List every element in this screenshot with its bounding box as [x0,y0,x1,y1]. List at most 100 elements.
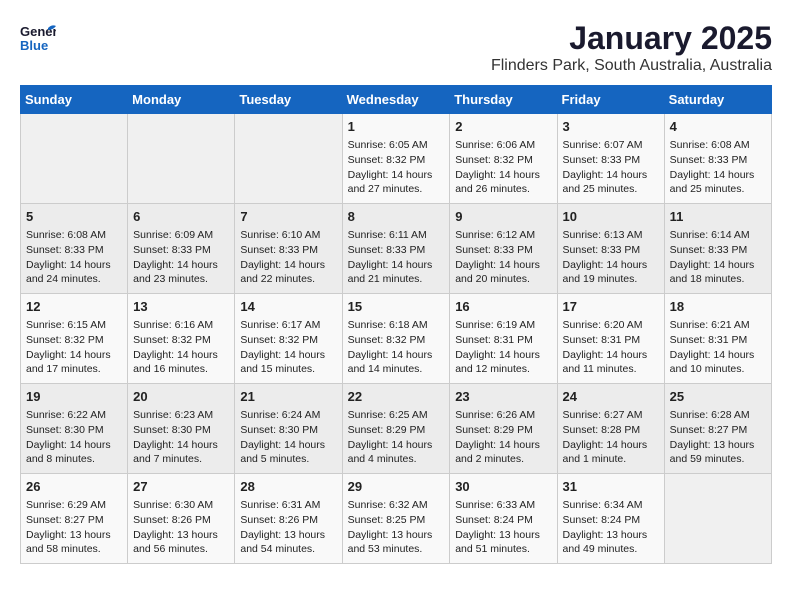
daylight-text: Daylight: 14 hours and 1 minute. [563,438,659,467]
calendar-cell: 28Sunrise: 6:31 AMSunset: 8:26 PMDayligh… [235,474,342,564]
calendar-cell: 30Sunrise: 6:33 AMSunset: 8:24 PMDayligh… [450,474,557,564]
calendar-week-row: 5Sunrise: 6:08 AMSunset: 8:33 PMDaylight… [21,204,772,294]
daylight-text: Daylight: 14 hours and 15 minutes. [240,348,336,377]
title-block: January 2025 Flinders Park, South Austra… [491,20,772,75]
daylight-text: Daylight: 14 hours and 19 minutes. [563,258,659,287]
day-number: 9 [455,208,551,226]
daylight-text: Daylight: 14 hours and 25 minutes. [563,168,659,197]
sunset-text: Sunset: 8:31 PM [563,333,659,348]
day-number: 14 [240,298,336,316]
daylight-text: Daylight: 14 hours and 25 minutes. [670,168,766,197]
sunrise-text: Sunrise: 6:20 AM [563,318,659,333]
calendar-week-row: 26Sunrise: 6:29 AMSunset: 8:27 PMDayligh… [21,474,772,564]
sunset-text: Sunset: 8:29 PM [348,423,445,438]
sunrise-text: Sunrise: 6:14 AM [670,228,766,243]
daylight-text: Daylight: 14 hours and 14 minutes. [348,348,445,377]
day-number: 2 [455,118,551,136]
daylight-text: Daylight: 14 hours and 16 minutes. [133,348,229,377]
daylight-text: Daylight: 14 hours and 22 minutes. [240,258,336,287]
day-number: 23 [455,388,551,406]
calendar-cell: 23Sunrise: 6:26 AMSunset: 8:29 PMDayligh… [450,384,557,474]
day-number: 8 [348,208,445,226]
day-number: 12 [26,298,122,316]
sunset-text: Sunset: 8:33 PM [563,153,659,168]
sunset-text: Sunset: 8:26 PM [240,513,336,528]
sunrise-text: Sunrise: 6:23 AM [133,408,229,423]
calendar-cell: 6Sunrise: 6:09 AMSunset: 8:33 PMDaylight… [128,204,235,294]
calendar-cell [235,114,342,204]
calendar-cell: 3 Sunrise: 6:07 AMSunset: 8:33 PMDaylight… [557,114,664,204]
sunrise-text: Sunrise: 6:09 AM [133,228,229,243]
sunrise-text: Sunrise: 6:05 AM [348,138,445,153]
daylight-text: Daylight: 13 hours and 59 minutes. [670,438,766,467]
day-number: 28 [240,478,336,496]
day-number: 3 [563,118,659,136]
calendar-cell: 9Sunrise: 6:12 AMSunset: 8:33 PMDaylight… [450,204,557,294]
daylight-text: Daylight: 13 hours and 51 minutes. [455,528,551,557]
day-number: 4 [670,118,766,136]
sunset-text: Sunset: 8:30 PM [133,423,229,438]
daylight-text: Daylight: 14 hours and 24 minutes. [26,258,122,287]
calendar-cell: 22Sunrise: 6:25 AMSunset: 8:29 PMDayligh… [342,384,450,474]
sunrise-text: Sunrise: 6:22 AM [26,408,122,423]
calendar-week-row: 1Sunrise: 6:05 AMSunset: 8:32 PMDaylight… [21,114,772,204]
sunset-text: Sunset: 8:30 PM [26,423,122,438]
day-number: 22 [348,388,445,406]
calendar-cell [128,114,235,204]
logo-icon: General Blue [20,20,56,56]
day-number: 30 [455,478,551,496]
day-number: 10 [563,208,659,226]
calendar-cell: 14Sunrise: 6:17 AMSunset: 8:32 PMDayligh… [235,294,342,384]
sunrise-text: Sunrise: 6:30 AM [133,498,229,513]
calendar-cell: 21Sunrise: 6:24 AMSunset: 8:30 PMDayligh… [235,384,342,474]
calendar-cell: 26Sunrise: 6:29 AMSunset: 8:27 PMDayligh… [21,474,128,564]
calendar-cell: 24Sunrise: 6:27 AMSunset: 8:28 PMDayligh… [557,384,664,474]
daylight-text: Daylight: 14 hours and 20 minutes. [455,258,551,287]
daylight-text: Daylight: 14 hours and 21 minutes. [348,258,445,287]
sunrise-text: Sunrise: 6:18 AM [348,318,445,333]
calendar-cell: 8Sunrise: 6:11 AMSunset: 8:33 PMDaylight… [342,204,450,294]
sunrise-text: Sunrise: 6:27 AM [563,408,659,423]
sunrise-text: Sunrise: 6:25 AM [348,408,445,423]
calendar-cell: 15Sunrise: 6:18 AMSunset: 8:32 PMDayligh… [342,294,450,384]
col-saturday: Saturday [664,86,771,114]
sunset-text: Sunset: 8:31 PM [455,333,551,348]
daylight-text: Daylight: 13 hours and 54 minutes. [240,528,336,557]
day-number: 15 [348,298,445,316]
daylight-text: Daylight: 14 hours and 8 minutes. [26,438,122,467]
daylight-text: Daylight: 14 hours and 18 minutes. [670,258,766,287]
sunset-text: Sunset: 8:33 PM [670,243,766,258]
day-number: 31 [563,478,659,496]
daylight-text: Daylight: 14 hours and 7 minutes. [133,438,229,467]
calendar-cell: 27Sunrise: 6:30 AMSunset: 8:26 PMDayligh… [128,474,235,564]
col-wednesday: Wednesday [342,86,450,114]
daylight-text: Daylight: 13 hours and 49 minutes. [563,528,659,557]
calendar-cell: 16Sunrise: 6:19 AMSunset: 8:31 PMDayligh… [450,294,557,384]
calendar-table: Sunday Monday Tuesday Wednesday Thursday… [20,85,772,564]
calendar-cell: 19Sunrise: 6:22 AMSunset: 8:30 PMDayligh… [21,384,128,474]
calendar-cell: 2Sunrise: 6:06 AMSunset: 8:32 PMDaylight… [450,114,557,204]
sunset-text: Sunset: 8:30 PM [240,423,336,438]
sunrise-text: Sunrise: 6:32 AM [348,498,445,513]
sunrise-text: Sunrise: 6:07 AM [563,138,659,153]
sunrise-text: Sunrise: 6:16 AM [133,318,229,333]
calendar-week-row: 12Sunrise: 6:15 AMSunset: 8:32 PMDayligh… [21,294,772,384]
calendar-cell: 31Sunrise: 6:34 AMSunset: 8:24 PMDayligh… [557,474,664,564]
calendar-cell: 7Sunrise: 6:10 AMSunset: 8:33 PMDaylight… [235,204,342,294]
day-number: 17 [563,298,659,316]
sunset-text: Sunset: 8:33 PM [240,243,336,258]
day-number: 6 [133,208,229,226]
daylight-text: Daylight: 14 hours and 17 minutes. [26,348,122,377]
sunset-text: Sunset: 8:33 PM [670,153,766,168]
sunset-text: Sunset: 8:33 PM [133,243,229,258]
day-number: 5 [26,208,122,226]
sunrise-text: Sunrise: 6:11 AM [348,228,445,243]
calendar-cell: 29Sunrise: 6:32 AMSunset: 8:25 PMDayligh… [342,474,450,564]
sunrise-text: Sunrise: 6:19 AM [455,318,551,333]
calendar-week-row: 19Sunrise: 6:22 AMSunset: 8:30 PMDayligh… [21,384,772,474]
day-number: 18 [670,298,766,316]
sunset-text: Sunset: 8:24 PM [563,513,659,528]
calendar-cell: 4Sunrise: 6:08 AMSunset: 8:33 PMDaylight… [664,114,771,204]
calendar-cell: 18Sunrise: 6:21 AMSunset: 8:31 PMDayligh… [664,294,771,384]
logo: General Blue [20,20,56,56]
